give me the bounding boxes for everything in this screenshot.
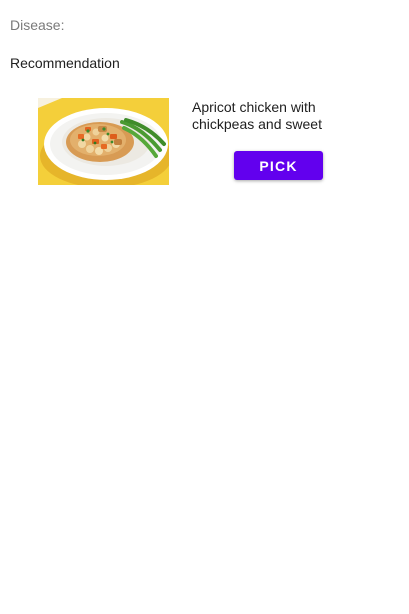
recommendation-title: Recommendation [10,55,120,71]
dish-image [38,98,169,185]
disease-label: Disease: [10,17,65,33]
pick-button[interactable]: PICK [234,151,323,180]
recommendation-card: Apricot chicken with chickpeas and sweet… [38,98,338,186]
dish-name: Apricot chicken with chickpeas and sweet [192,99,322,132]
